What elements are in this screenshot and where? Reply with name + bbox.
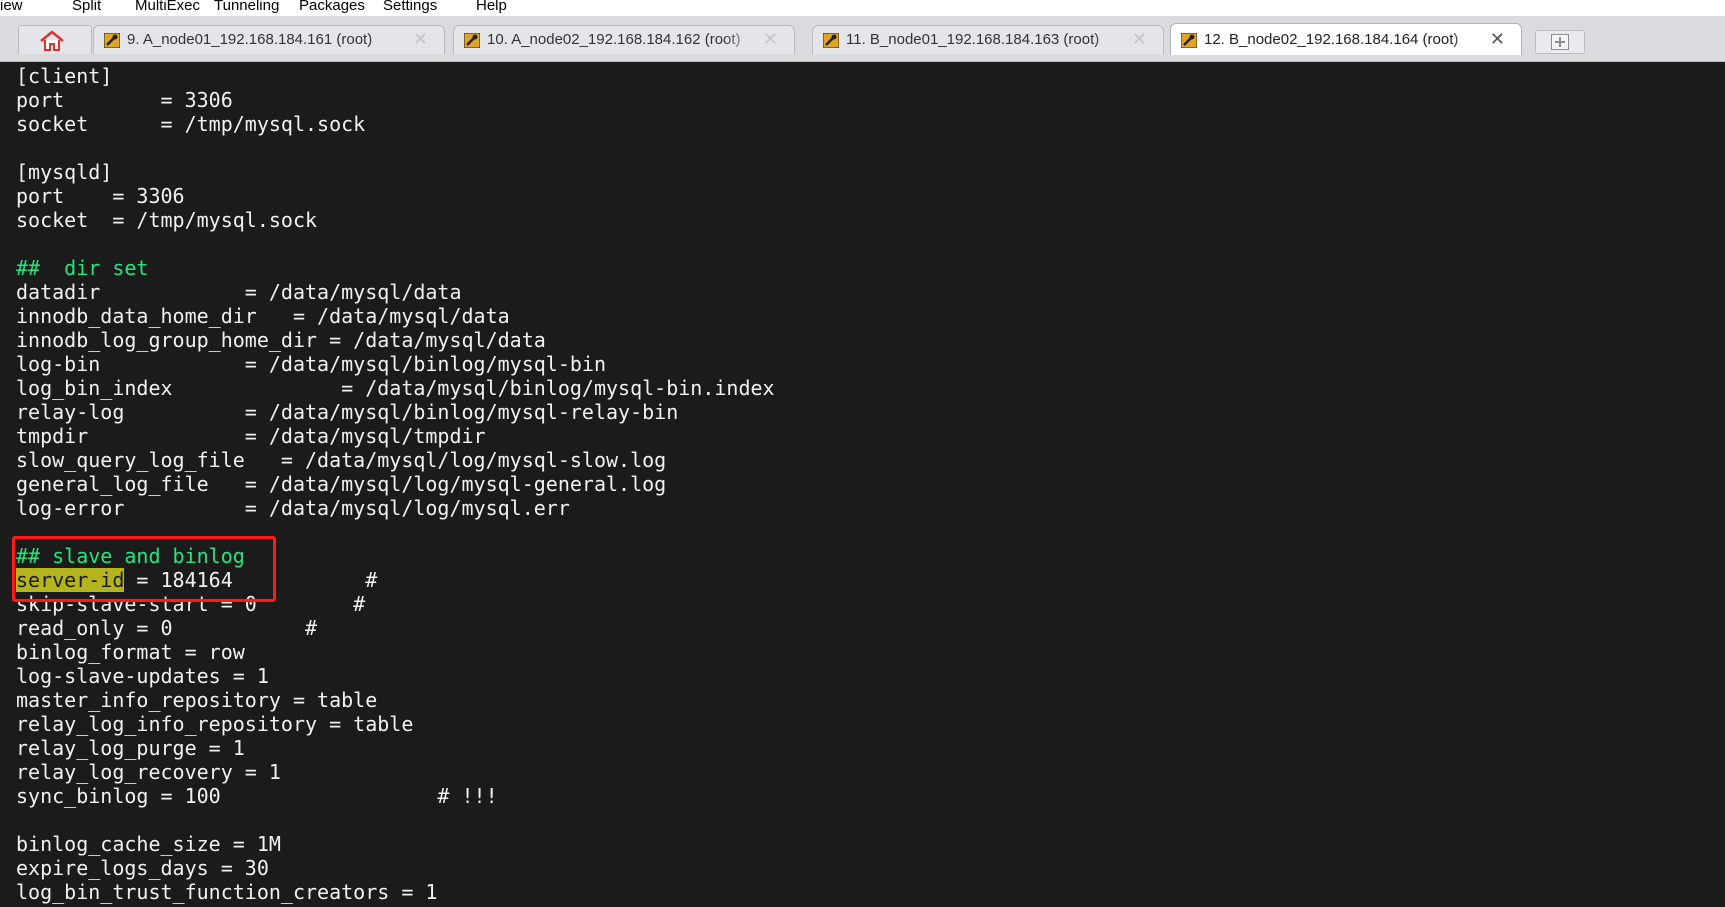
tab-fade	[374, 26, 410, 54]
menu-tunneling[interactable]: Tunneling	[214, 0, 279, 14]
terminal-line: read_only = 0 #	[16, 616, 318, 640]
terminal-line: master_info_repository = table	[16, 688, 378, 712]
close-icon[interactable]: ✕	[1490, 29, 1505, 50]
tab-label: 12. B_node02_192.168.184.164 (root)	[1204, 31, 1459, 48]
terminal-line: log-bin = /data/mysql/binlog/mysql-bin	[16, 352, 607, 376]
menu-packages[interactable]: Packages	[299, 0, 365, 14]
terminal-line: sync_binlog = 100 # !!!	[16, 784, 498, 808]
terminal-line: relay_log_purge = 1	[16, 736, 245, 760]
wrench-icon	[464, 33, 480, 48]
terminal-text: [client] port = 3306 socket = /tmp/mysql.s…	[16, 64, 775, 904]
terminal-line: log-slave-updates = 1	[16, 664, 269, 688]
wrench-icon	[104, 33, 120, 48]
menu-help[interactable]: Help	[476, 0, 507, 14]
terminal-line: relay_log_recovery = 1	[16, 760, 281, 784]
terminal-line: general_log_file = /data/mysql/log/mysql…	[16, 472, 667, 496]
terminal-line: slow_query_log_file = /data/mysql/log/my…	[16, 448, 667, 472]
terminal-line: log_bin_trust_function_creators = 1	[16, 880, 438, 904]
terminal-line: socket = /tmp/mysql.sock	[16, 208, 318, 232]
plus-icon	[1551, 34, 1569, 50]
menu-bar: iew Split MultiExec Tunneling Packages S…	[0, 0, 1725, 16]
close-icon[interactable]: ✕	[763, 29, 778, 50]
annotation-highlight-box	[12, 536, 276, 602]
menu-split[interactable]: Split	[72, 0, 101, 14]
wrench-icon	[823, 33, 839, 48]
terminal-line: innodb_log_group_home_dir = /data/mysql/…	[16, 328, 546, 352]
terminal-line: [client]	[16, 64, 113, 88]
tab-fade	[1093, 26, 1129, 54]
terminal-line: binlog_format = row	[16, 640, 245, 664]
tab-label: 10. A_node02_192.168.184.162 (root)	[487, 31, 741, 48]
terminal-line: binlog_cache_size = 1M	[16, 832, 281, 856]
tab-session-11[interactable]: 11. B_node01_192.168.184.163 (root) ✕	[812, 25, 1164, 54]
close-icon[interactable]: ✕	[1132, 29, 1147, 50]
menu-multiexec[interactable]: MultiExec	[135, 0, 200, 14]
terminal-line: datadir = /data/mysql/data	[16, 280, 462, 304]
tab-label: 11. B_node01_192.168.184.163 (root)	[846, 31, 1100, 48]
terminal-line: log-error = /data/mysql/log/mysql.err	[16, 496, 570, 520]
terminal-line: relay_log_info_repository = table	[16, 712, 414, 736]
tab-bar: 9. A_node01_192.168.184.161 (root) ✕ 10.…	[0, 16, 1725, 62]
terminal-line: port = 3306	[16, 88, 233, 112]
terminal-line: [mysqld]	[16, 160, 113, 184]
tab-session-10[interactable]: 10. A_node02_192.168.184.162 (root) ✕	[453, 25, 795, 54]
terminal-line: ## dir set	[16, 256, 149, 280]
wrench-icon	[1181, 33, 1197, 48]
terminal-line: relay-log = /data/mysql/binlog/mysql-rel…	[16, 400, 679, 424]
new-tab-button[interactable]	[1535, 30, 1585, 54]
terminal-line: port = 3306	[16, 184, 185, 208]
terminal-line: socket = /tmp/mysql.sock	[16, 112, 366, 136]
tab-label: 9. A_node01_192.168.184.161 (root)	[127, 31, 373, 48]
terminal-line: innodb_data_home_dir = /data/mysql/data	[16, 304, 510, 328]
close-icon[interactable]: ✕	[413, 29, 428, 50]
menu-settings[interactable]: Settings	[383, 0, 437, 14]
home-icon	[40, 30, 64, 51]
terminal-line: log_bin_index = /data/mysql/binlog/mysql…	[16, 376, 775, 400]
tab-session-9[interactable]: 9. A_node01_192.168.184.161 (root) ✕	[93, 25, 445, 54]
terminal-line: tmpdir = /data/mysql/tmpdir	[16, 424, 486, 448]
tab-session-12[interactable]: 12. B_node02_192.168.184.164 (root) ✕	[1170, 23, 1522, 55]
tab-fade	[1451, 24, 1487, 55]
tab-fade	[724, 26, 760, 54]
home-tab-button[interactable]	[18, 25, 92, 54]
menu-view[interactable]: iew	[0, 0, 23, 14]
terminal-pane[interactable]: [client] port = 3306 socket = /tmp/mysql.s…	[0, 62, 1725, 907]
terminal-line: expire_logs_days = 30	[16, 856, 269, 880]
